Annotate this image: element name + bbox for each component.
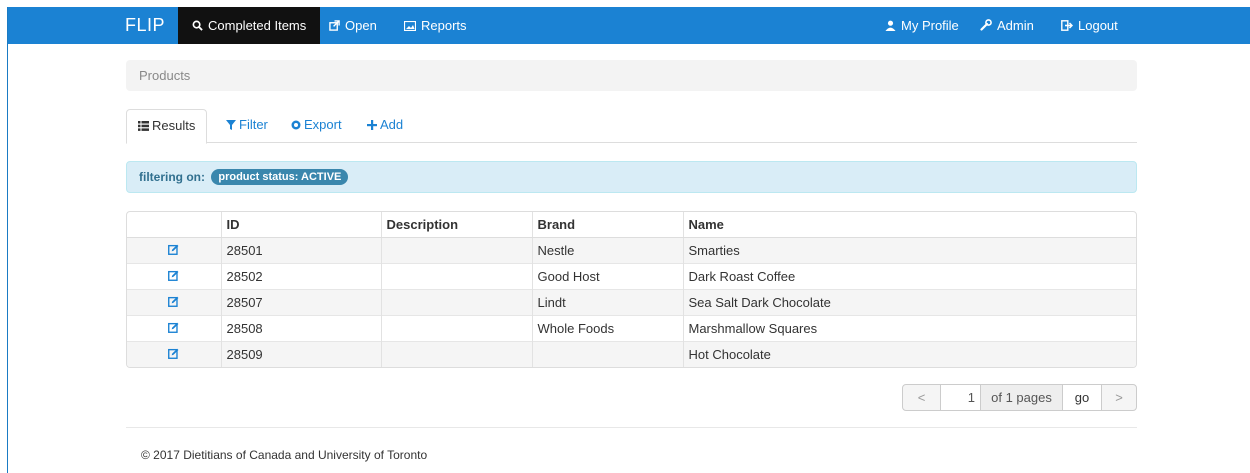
wrench-icon — [980, 19, 992, 31]
cell-name: Dark Roast Coffee — [683, 262, 1136, 289]
cell-id: 28509 — [221, 340, 382, 367]
cell-name: Sea Salt Dark Chocolate — [683, 288, 1136, 315]
cell-brand — [532, 340, 684, 367]
cell-id: 28501 — [221, 236, 382, 263]
edit-icon[interactable] — [168, 270, 179, 281]
export-icon — [291, 120, 301, 130]
nav-open-label: Open — [345, 18, 377, 33]
column-header-description[interactable]: Description — [381, 212, 533, 238]
nav-completed-items[interactable]: Completed Items — [178, 7, 321, 44]
column-header-brand[interactable]: Brand — [532, 212, 684, 238]
tab-export[interactable]: Export — [291, 109, 342, 143]
breadcrumb: Products — [126, 60, 1137, 91]
edit-icon[interactable] — [168, 322, 179, 333]
column-header-id[interactable]: ID — [221, 212, 382, 238]
app-frame: FLIP Completed Items Open Reports My Pro… — [7, 7, 1250, 473]
tab-filter[interactable]: Filter — [226, 109, 268, 143]
top-navbar: FLIP Completed Items Open Reports My Pro… — [8, 7, 1250, 44]
filter-alert: filtering on: product status: ACTIVE — [126, 161, 1137, 193]
nav-my-profile[interactable]: My Profile — [885, 7, 959, 44]
filter-badge[interactable]: product status: ACTIVE — [211, 169, 349, 185]
table-row: 28509 Hot Chocolate — [127, 340, 1136, 367]
edit-icon[interactable] — [168, 296, 179, 307]
nav-admin-label: Admin — [997, 18, 1034, 33]
column-header-name[interactable]: Name — [683, 212, 1136, 238]
table-row: 28508 Whole Foods Marshmallow Squares — [127, 314, 1136, 341]
cell-id: 28502 — [221, 262, 382, 289]
nav-reports[interactable]: Reports — [403, 7, 467, 44]
prev-page-button[interactable]: < — [902, 384, 941, 411]
nav-reports-label: Reports — [421, 18, 467, 33]
filter-icon — [226, 120, 236, 130]
cell-brand: Good Host — [532, 262, 684, 289]
footer-copyright: © 2017 Dietitians of Canada and Universi… — [141, 448, 428, 462]
edit-cell — [127, 236, 222, 263]
edit-icon[interactable] — [168, 244, 179, 255]
cell-description — [381, 288, 533, 315]
cell-id: 28508 — [221, 314, 382, 341]
tab-filter-label: Filter — [239, 117, 268, 132]
brand-logo[interactable]: FLIP — [125, 7, 165, 44]
cell-name: Hot Chocolate — [683, 340, 1136, 367]
cell-id: 28507 — [221, 288, 382, 315]
edit-cell — [127, 314, 222, 341]
cell-description — [381, 314, 533, 341]
tab-add-label: Add — [380, 117, 404, 132]
tab-bar: Results Filter Export Add — [126, 109, 1137, 144]
cell-description — [381, 236, 533, 263]
cell-description — [381, 262, 533, 289]
search-icon — [192, 20, 203, 31]
external-link-icon — [329, 20, 340, 31]
products-table: ID Description Brand Name 28501 Nestle S… — [126, 211, 1137, 368]
cell-brand: Lindt — [532, 288, 684, 315]
page-number-input[interactable]: 1 — [940, 384, 981, 411]
footer-divider — [126, 427, 1137, 428]
filter-label: filtering on: — [139, 170, 205, 184]
cell-brand: Nestle — [532, 236, 684, 263]
table-row: 28507 Lindt Sea Salt Dark Chocolate — [127, 288, 1136, 315]
edit-cell — [127, 288, 222, 315]
next-page-button[interactable]: > — [1101, 384, 1137, 411]
edit-icon[interactable] — [168, 348, 179, 359]
cell-brand: Whole Foods — [532, 314, 684, 341]
cell-name: Marshmallow Squares — [683, 314, 1136, 341]
user-icon — [885, 20, 896, 31]
cell-description — [381, 340, 533, 367]
nav-admin[interactable]: Admin — [980, 7, 1034, 44]
nav-logout-label: Logout — [1078, 18, 1118, 33]
nav-my-profile-label: My Profile — [901, 18, 959, 33]
nav-open[interactable]: Open — [329, 7, 377, 44]
table-row: 28501 Nestle Smarties — [127, 236, 1136, 263]
plus-icon — [367, 120, 377, 130]
cell-name: Smarties — [683, 236, 1136, 263]
go-button[interactable]: go — [1062, 384, 1102, 411]
tab-export-label: Export — [304, 117, 342, 132]
table-row: 28502 Good Host Dark Roast Coffee — [127, 262, 1136, 289]
tab-results[interactable]: Results — [126, 109, 208, 144]
image-icon — [403, 20, 417, 32]
column-header-edit — [127, 212, 222, 238]
page-count-label: of 1 pages — [980, 384, 1063, 411]
tab-add[interactable]: Add — [367, 109, 403, 143]
tab-results-label: Results — [152, 118, 196, 133]
logout-icon — [1061, 20, 1074, 31]
edit-cell — [127, 340, 222, 367]
edit-cell — [127, 262, 222, 289]
nav-logout[interactable]: Logout — [1061, 7, 1118, 44]
table-header-row: ID Description Brand Name — [127, 212, 1136, 238]
nav-completed-items-label: Completed Items — [208, 18, 307, 33]
list-icon — [138, 121, 149, 131]
